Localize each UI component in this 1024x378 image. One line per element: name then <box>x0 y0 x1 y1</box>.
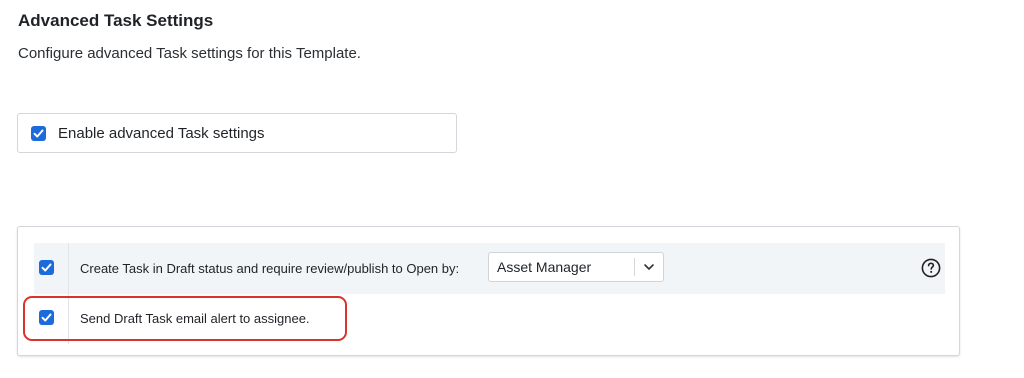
checkmark-icon <box>41 263 52 272</box>
draft-status-row: Create Task in Draft status and require … <box>34 243 945 294</box>
highlight-annotation <box>23 296 347 341</box>
draft-status-checkbox-cell <box>34 243 69 294</box>
page-subtitle: Configure advanced Task settings for thi… <box>18 45 361 62</box>
checkmark-icon <box>33 129 44 138</box>
enable-advanced-settings-option[interactable]: Enable advanced Task settings <box>17 113 457 153</box>
reviewer-role-value: Asset Manager <box>497 259 592 275</box>
enable-advanced-settings-label: Enable advanced Task settings <box>58 125 265 142</box>
chevron-down-icon[interactable] <box>642 260 656 274</box>
page-title: Advanced Task Settings <box>18 11 214 30</box>
draft-status-checkbox[interactable] <box>39 260 54 275</box>
enable-advanced-settings-checkbox[interactable] <box>31 126 46 141</box>
draft-status-label: Create Task in Draft status and require … <box>80 261 460 276</box>
question-circle-icon[interactable] <box>921 258 941 278</box>
reviewer-role-select[interactable]: Asset Manager <box>488 252 664 282</box>
select-divider <box>634 258 635 276</box>
